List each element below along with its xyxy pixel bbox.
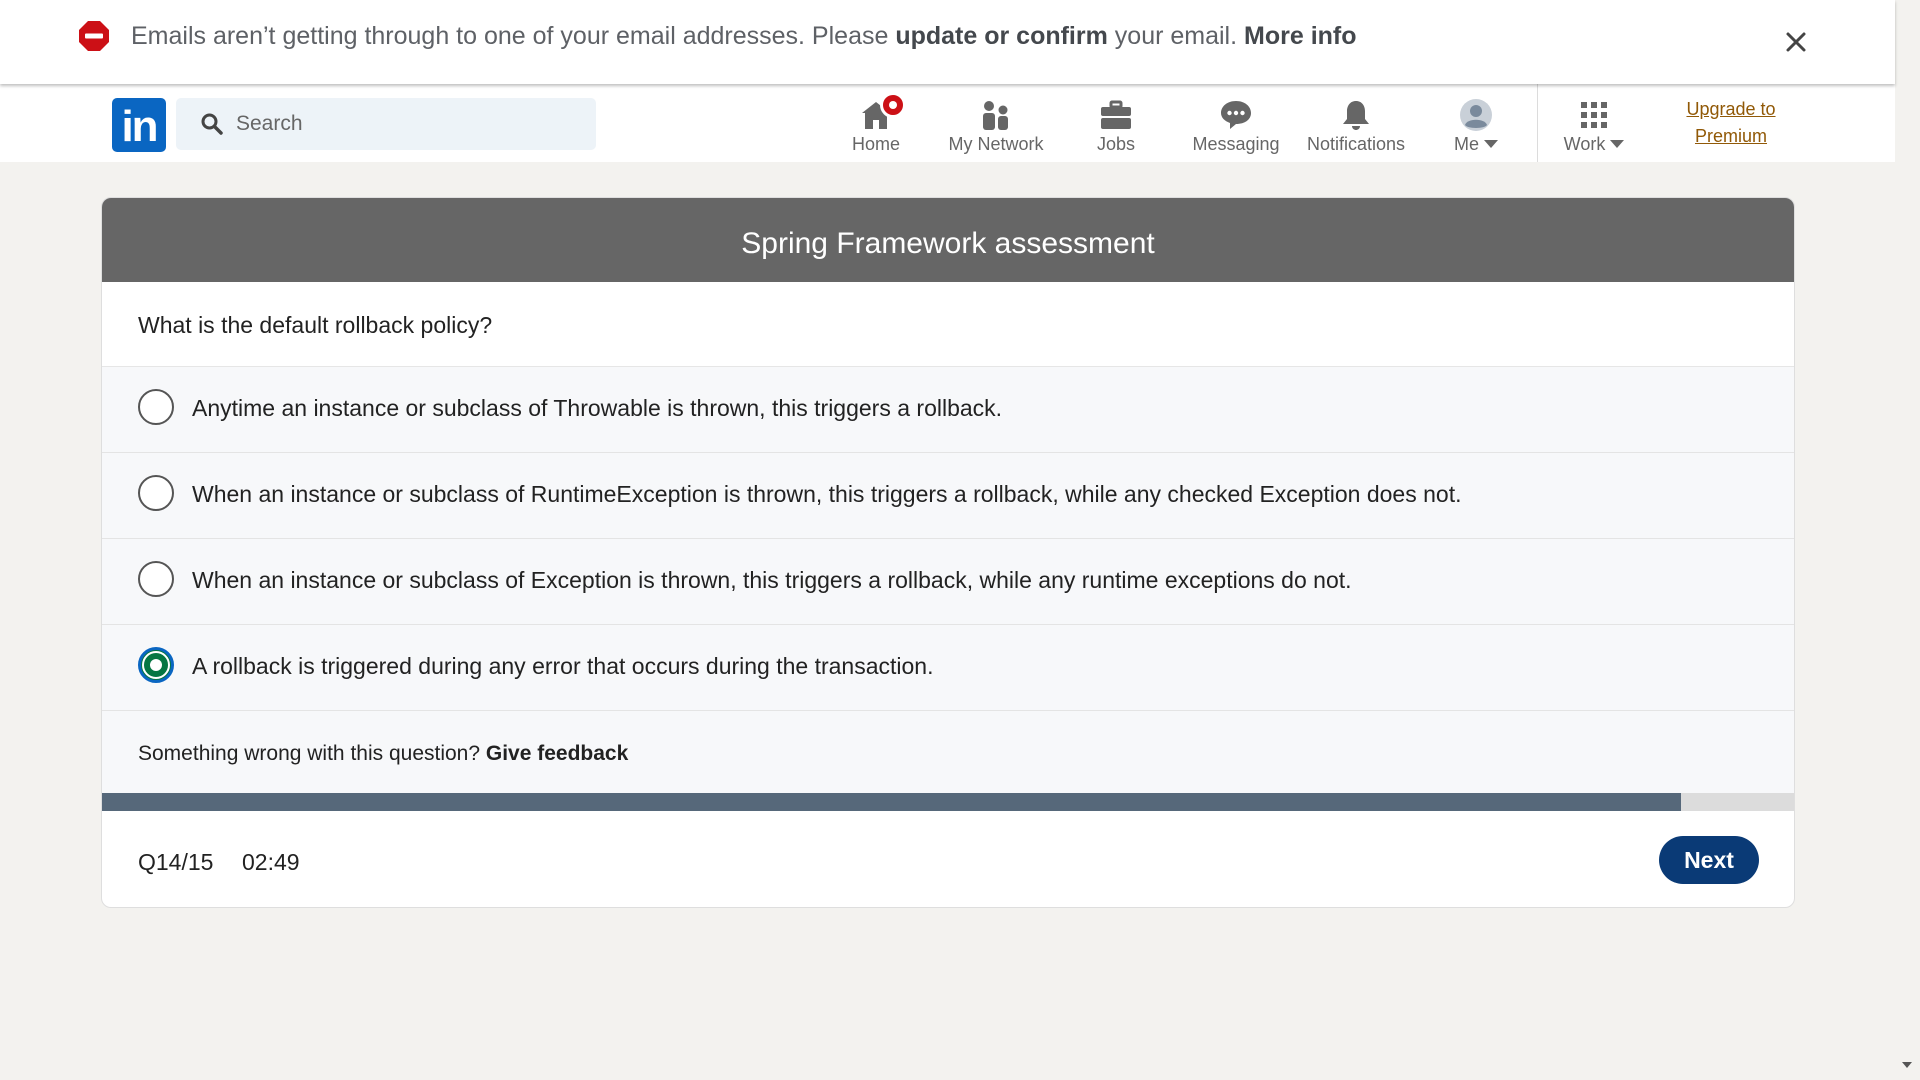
radio-button[interactable] (138, 561, 174, 597)
answer-option-selected[interactable]: A rollback is triggered during any error… (102, 625, 1794, 711)
next-button[interactable]: Next (1659, 836, 1759, 884)
network-icon (983, 101, 1008, 130)
nav-me[interactable]: Me (1436, 94, 1516, 156)
nav-home[interactable]: Home (836, 92, 916, 156)
home-notification-badge (880, 92, 906, 118)
bell-icon (1343, 101, 1369, 130)
radio-button-selected[interactable] (138, 647, 174, 683)
messaging-icon (1221, 101, 1251, 129)
briefcase-icon (1101, 100, 1131, 129)
progress-bar (102, 793, 1794, 811)
answer-option[interactable]: When an instance or subclass of Exceptio… (102, 539, 1794, 625)
question-text: What is the default rollback policy? (102, 282, 1794, 367)
radio-button[interactable] (138, 475, 174, 511)
search-icon (201, 113, 223, 135)
feedback-row: Something wrong with this question? Give… (102, 711, 1794, 793)
upgrade-premium-link[interactable]: Upgrade to Premium (1668, 96, 1794, 150)
answer-option[interactable]: Anytime an instance or subclass of Throw… (102, 367, 1794, 453)
timer: 02:49 (242, 849, 300, 875)
nav-messaging[interactable]: Messaging (1186, 94, 1286, 156)
assessment-title: Spring Framework assessment (102, 198, 1794, 282)
answer-text: Anytime an instance or subclass of Throw… (192, 395, 1003, 421)
assessment-footer: Q14/15 02:49 Next (102, 811, 1794, 907)
assessment-card: Spring Framework assessment What is the … (101, 197, 1795, 908)
nav-divider (1537, 84, 1538, 162)
scroll-down-arrow[interactable] (1902, 1062, 1912, 1068)
stop-icon (79, 21, 109, 51)
close-icon[interactable] (1782, 28, 1810, 56)
chevron-down-icon (1610, 140, 1625, 148)
nav-label: Work (1563, 134, 1606, 154)
question-counter: Q14/15 (138, 849, 214, 875)
search-placeholder: Search (236, 112, 303, 135)
banner-bold-text[interactable]: update or confirm (895, 22, 1108, 50)
give-feedback-link[interactable]: Give feedback (486, 742, 628, 765)
search-input[interactable]: Search (176, 98, 596, 150)
banner-message: Emails aren’t getting through to one of … (131, 22, 1357, 50)
more-info-link[interactable]: More info (1244, 22, 1357, 50)
answer-text: When an instance or subclass of RuntimeE… (192, 481, 1462, 507)
top-navigation: in Search Home My Network Jobs Messaging… (0, 84, 1895, 162)
radio-button[interactable] (138, 389, 174, 425)
answer-option[interactable]: When an instance or subclass of RuntimeE… (102, 453, 1794, 539)
grid-icon (1581, 102, 1607, 128)
nav-notifications[interactable]: Notifications (1300, 94, 1412, 156)
avatar-icon (1460, 99, 1492, 131)
nav-work[interactable]: Work (1554, 94, 1634, 156)
chevron-down-icon (1484, 140, 1498, 148)
answer-text: When an instance or subclass of Exceptio… (192, 567, 1352, 593)
nav-jobs[interactable]: Jobs (1076, 94, 1156, 156)
progress-fill (102, 793, 1681, 811)
nav-label: Messaging (1192, 134, 1280, 154)
linkedin-logo[interactable]: in (112, 98, 166, 152)
answer-text: A rollback is triggered during any error… (192, 653, 934, 679)
email-warning-banner: Emails aren’t getting through to one of … (0, 0, 1895, 84)
premium-line-1: Upgrade to (1686, 99, 1776, 119)
premium-line-2: Premium (1694, 126, 1767, 146)
nav-label: Jobs (1096, 134, 1136, 154)
nav-label: My Network (948, 134, 1044, 154)
nav-label: Home (851, 134, 900, 154)
feedback-prefix: Something wrong with this question? (138, 742, 481, 765)
nav-label: Me (1453, 134, 1479, 154)
nav-label: Notifications (1306, 134, 1406, 154)
nav-my-network[interactable]: My Network (938, 94, 1054, 156)
